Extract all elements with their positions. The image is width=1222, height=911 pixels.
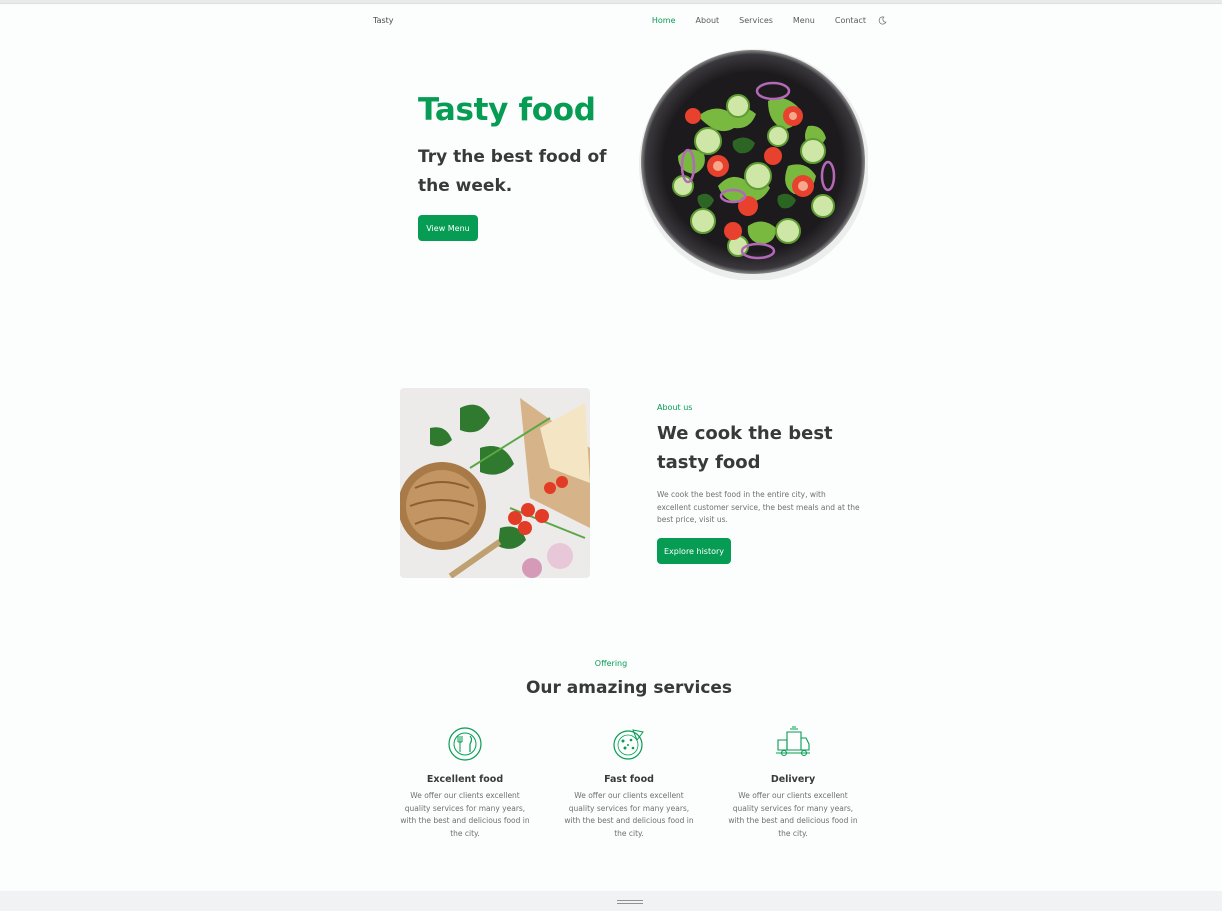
service-name: Excellent food	[426, 774, 504, 785]
nav-link-about[interactable]: About	[696, 16, 720, 25]
drag-handle-icon[interactable]	[617, 900, 643, 905]
service-name: Delivery	[770, 774, 816, 785]
navbar: Tasty Home About Services Menu Contact	[373, 14, 887, 30]
service-description: We offer our clients excellent quality s…	[728, 791, 858, 838]
service-description: We offer our clients excellent quality s…	[400, 791, 530, 838]
nav-links: Home About Services Menu Contact	[632, 16, 887, 25]
salad-bowl-image	[639, 49, 868, 280]
moon-icon[interactable]	[878, 16, 887, 25]
delivery-truck-icon	[776, 726, 810, 757]
pizza-icon	[613, 729, 644, 760]
hero-subtitle: Try the best food of the week.	[418, 147, 607, 196]
explore-history-button[interactable]: Explore history	[657, 538, 731, 564]
nav-link-contact[interactable]: Contact	[835, 16, 866, 25]
service-card-delivery: Delivery We offer our clients excellent …	[727, 726, 859, 840]
service-name: Fast food	[604, 774, 654, 785]
bottom-panel-bar	[0, 891, 1222, 911]
service-card-excellent-food: Excellent food We offer our clients exce…	[399, 726, 531, 840]
about-label: About us	[657, 403, 693, 412]
services-label: Offering	[594, 659, 628, 668]
nav-link-home[interactable]: Home	[652, 16, 676, 25]
service-card-fast-food: Fast food We offer our clients excellent…	[563, 726, 695, 840]
about-title: We cook the best tasty food	[657, 423, 833, 473]
hero-title: Tasty food	[418, 92, 596, 128]
view-menu-button[interactable]: View Menu	[418, 215, 478, 241]
ingredients-image	[400, 388, 590, 578]
services-title: Our amazing services	[525, 678, 733, 698]
about-description: We cook the best food in the entire city…	[657, 490, 860, 524]
service-description: We offer our clients excellent quality s…	[564, 791, 694, 838]
nav-link-services[interactable]: Services	[739, 16, 773, 25]
nav-link-menu[interactable]: Menu	[793, 16, 815, 25]
plate-cutlery-icon	[448, 727, 482, 761]
browser-top-strip	[0, 0, 1222, 4]
logo[interactable]: Tasty	[373, 16, 394, 25]
